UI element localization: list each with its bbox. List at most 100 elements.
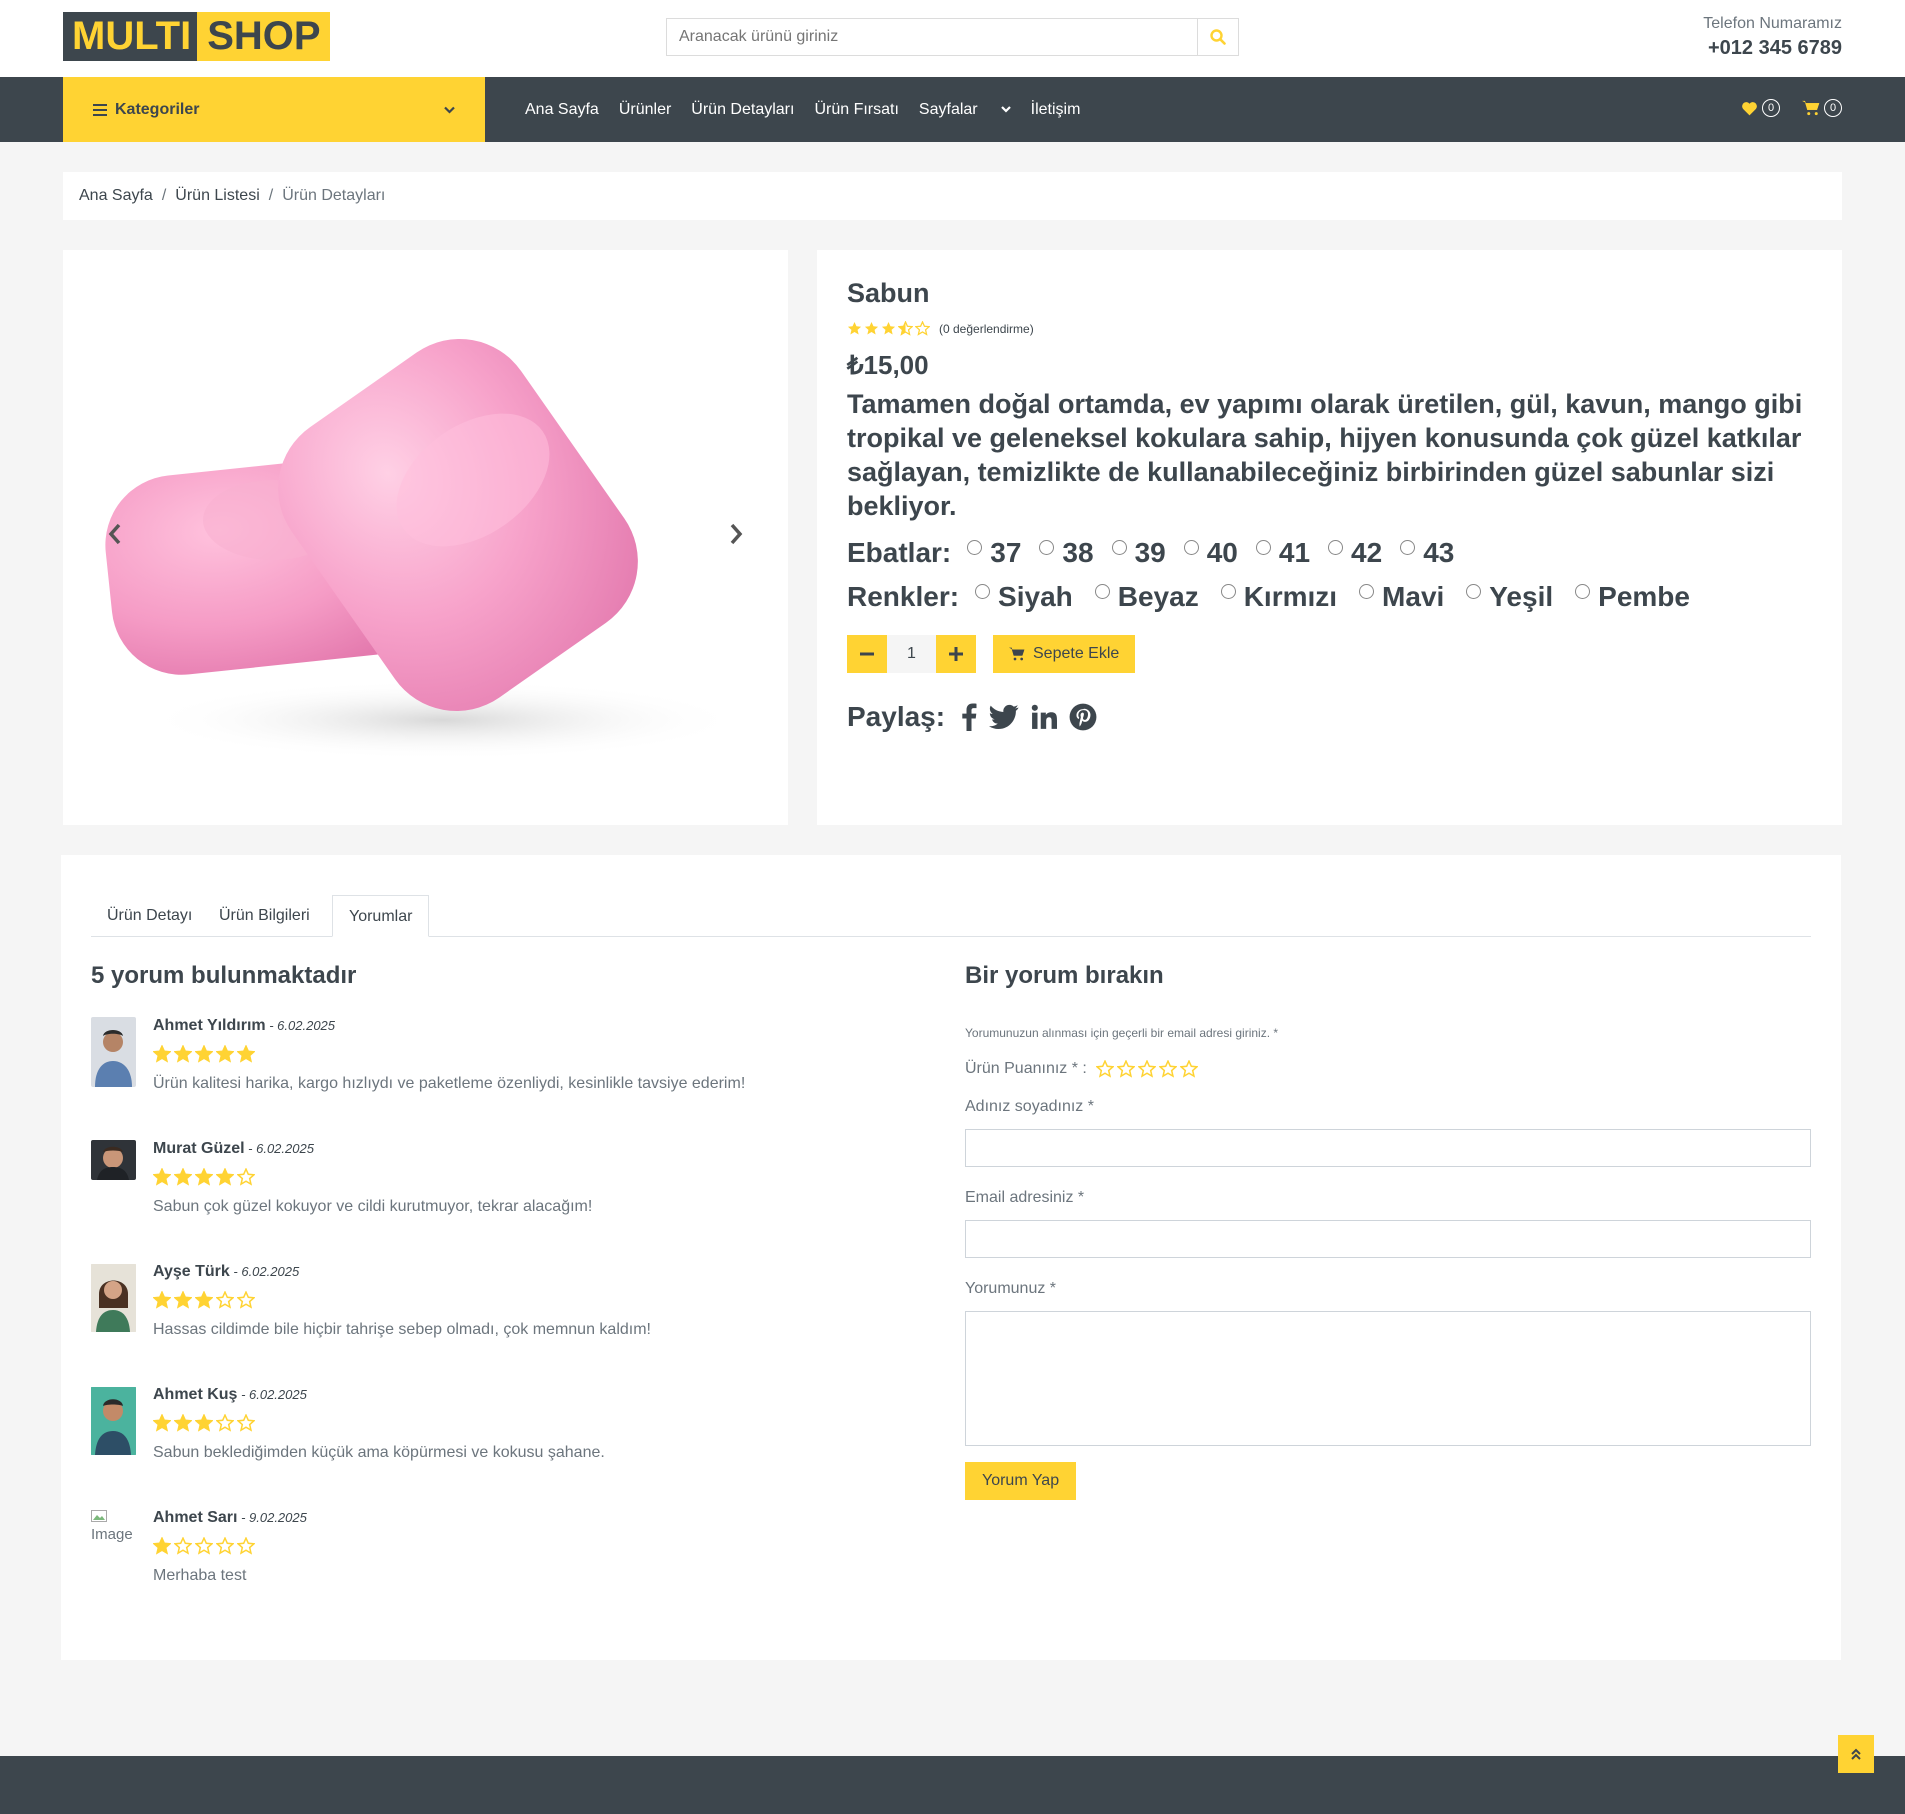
reviewer-name: Ahmet Sarı [153, 1509, 238, 1526]
star-empty-icon[interactable] [1095, 1060, 1114, 1078]
search-button[interactable] [1197, 19, 1238, 55]
nav-item-product-deal[interactable]: Ürün Fırsatı [814, 101, 898, 119]
radio-button[interactable] [967, 539, 983, 555]
tab-reviews[interactable]: Yorumlar [332, 895, 430, 937]
quantity-increase-button[interactable] [936, 635, 976, 673]
size-option-37[interactable]: 37 [967, 537, 1021, 569]
star-full-icon [153, 1414, 171, 1432]
star-full-icon [847, 321, 862, 335]
back-to-top-button[interactable] [1838, 1735, 1874, 1773]
radio-button[interactable] [1039, 539, 1055, 555]
breadcrumb-product-list[interactable]: Ürün Listesi [175, 187, 259, 205]
star-full-icon [153, 1291, 171, 1309]
review-text: Hassas cildimde bile hiçbir tahrişe sebe… [153, 1321, 651, 1338]
phone-number: +012 345 6789 [1707, 37, 1842, 59]
minus-icon [860, 652, 874, 656]
search-input[interactable] [667, 19, 1197, 55]
radio-button[interactable] [975, 583, 991, 599]
quantity-decrease-button[interactable] [847, 635, 887, 673]
star-full-icon [881, 321, 896, 335]
radio-button[interactable] [1183, 539, 1199, 555]
breadcrumb-separator: / [161, 187, 167, 204]
reviewer-name: Ayşe Türk [153, 1263, 230, 1280]
review-form-note: Yorumunuzun alınması için geçerli bir em… [965, 1026, 1279, 1040]
review-content: Ahmet Kuş - 6.02.2025 Sabun beklediğimde… [153, 1386, 605, 1462]
star-empty-icon[interactable] [1137, 1060, 1156, 1078]
radio-button[interactable] [1400, 539, 1416, 555]
email-field[interactable] [965, 1220, 1811, 1258]
nav-item-pages-label: Sayfalar [918, 100, 978, 118]
radio-button[interactable] [1466, 583, 1482, 599]
colors-label: Renkler: [847, 581, 960, 612]
nav-item-contact[interactable]: İletişim [1031, 101, 1081, 119]
reviews-heading: 5 yorum bulunmaktadır [91, 962, 357, 989]
radio-button[interactable] [1255, 539, 1271, 555]
categories-toggle[interactable]: Kategoriler [63, 77, 485, 142]
star-empty-icon[interactable] [1116, 1060, 1135, 1078]
color-option-green[interactable]: Yeşil [1466, 581, 1553, 613]
reviewer-avatar [91, 1140, 136, 1180]
wishlist-button[interactable]: 0 [1741, 99, 1780, 117]
nav-item-home[interactable]: Ana Sayfa [525, 101, 599, 119]
carousel-next-button[interactable] [729, 520, 743, 552]
radio-button[interactable] [1359, 583, 1375, 599]
color-option-black[interactable]: Siyah [975, 581, 1073, 613]
size-option-42[interactable]: 42 [1328, 537, 1382, 569]
twitter-icon[interactable] [989, 704, 1019, 730]
color-option-red[interactable]: Kırmızı [1220, 581, 1337, 613]
radio-button[interactable] [1094, 583, 1110, 599]
radio-button[interactable] [1575, 583, 1591, 599]
review-form-heading: Bir yorum bırakın [965, 962, 1164, 989]
size-option-41[interactable]: 41 [1255, 537, 1310, 569]
breadcrumb: Ana Sayfa / Ürün Listesi / Ürün Detaylar… [63, 172, 1842, 220]
name-field[interactable] [965, 1129, 1811, 1167]
breadcrumb-home[interactable]: Ana Sayfa [79, 187, 153, 205]
facebook-icon[interactable] [961, 703, 977, 731]
nav-item-product-details[interactable]: Ürün Detayları [691, 101, 794, 119]
logo[interactable]: MULTI SHOP [63, 12, 330, 61]
radio-button[interactable] [1111, 539, 1127, 555]
cart-button[interactable]: 0 [1802, 99, 1842, 117]
breadcrumb-current: Ürün Detayları [282, 187, 386, 204]
product-description: Tamamen doğal ortamda, ev yapımı olarak … [847, 389, 1803, 521]
color-option-blue[interactable]: Mavi [1359, 581, 1444, 613]
color-option-pink[interactable]: Pembe [1575, 581, 1690, 613]
color-label: Siyah [998, 581, 1073, 612]
rating-input-stars[interactable] [1095, 1060, 1198, 1078]
star-full-icon [216, 1045, 234, 1063]
review-text: Sabun çok güzel kokuyor ve cildi kurutmu… [153, 1198, 593, 1215]
star-empty-icon[interactable] [1179, 1060, 1198, 1078]
radio-button[interactable] [1328, 539, 1344, 555]
tab-product-info[interactable]: Ürün Bilgileri [203, 895, 326, 937]
size-option-40[interactable]: 40 [1183, 537, 1238, 569]
nav-item-pages[interactable]: Sayfalar [919, 101, 1011, 119]
size-option-43[interactable]: 43 [1400, 537, 1454, 569]
nav-item-products[interactable]: Ürünler [619, 101, 671, 119]
pinterest-icon[interactable] [1069, 703, 1097, 731]
product-rating: (0 değerlendirme) [847, 321, 1812, 336]
sizes-label: Ebatlar: [847, 537, 952, 568]
carousel-prev-button[interactable] [108, 520, 122, 552]
linkedin-icon[interactable] [1031, 704, 1058, 730]
add-to-cart-button[interactable]: Sepete Ekle [993, 635, 1136, 673]
color-option-white[interactable]: Beyaz [1094, 581, 1199, 613]
star-empty-icon[interactable] [1158, 1060, 1177, 1078]
categories-label: Kategoriler [115, 100, 200, 118]
submit-review-button[interactable]: Yorum Yap [965, 1462, 1077, 1500]
review-stars [153, 1291, 651, 1309]
star-full-icon [174, 1291, 192, 1309]
size-option-39[interactable]: 39 [1111, 537, 1166, 569]
radio-button[interactable] [1220, 583, 1236, 599]
search-icon [1210, 29, 1226, 45]
star-full-icon [153, 1168, 171, 1186]
tab-product-detail[interactable]: Ürün Detayı [91, 895, 208, 937]
add-to-cart-label: Sepete Ekle [1033, 645, 1120, 662]
cart-icon [1009, 647, 1025, 661]
comment-textarea[interactable] [965, 1311, 1811, 1446]
star-empty-icon [915, 321, 930, 336]
size-option-38[interactable]: 38 [1039, 537, 1094, 569]
navbar: Kategoriler Ana Sayfa Ürünler Ürün Detay… [0, 77, 1905, 142]
review-content: Ayşe Türk - 6.02.2025 Hassas cildimde bi… [153, 1263, 651, 1339]
star-full-icon [216, 1168, 234, 1186]
quantity-input[interactable]: 1 [887, 635, 936, 673]
